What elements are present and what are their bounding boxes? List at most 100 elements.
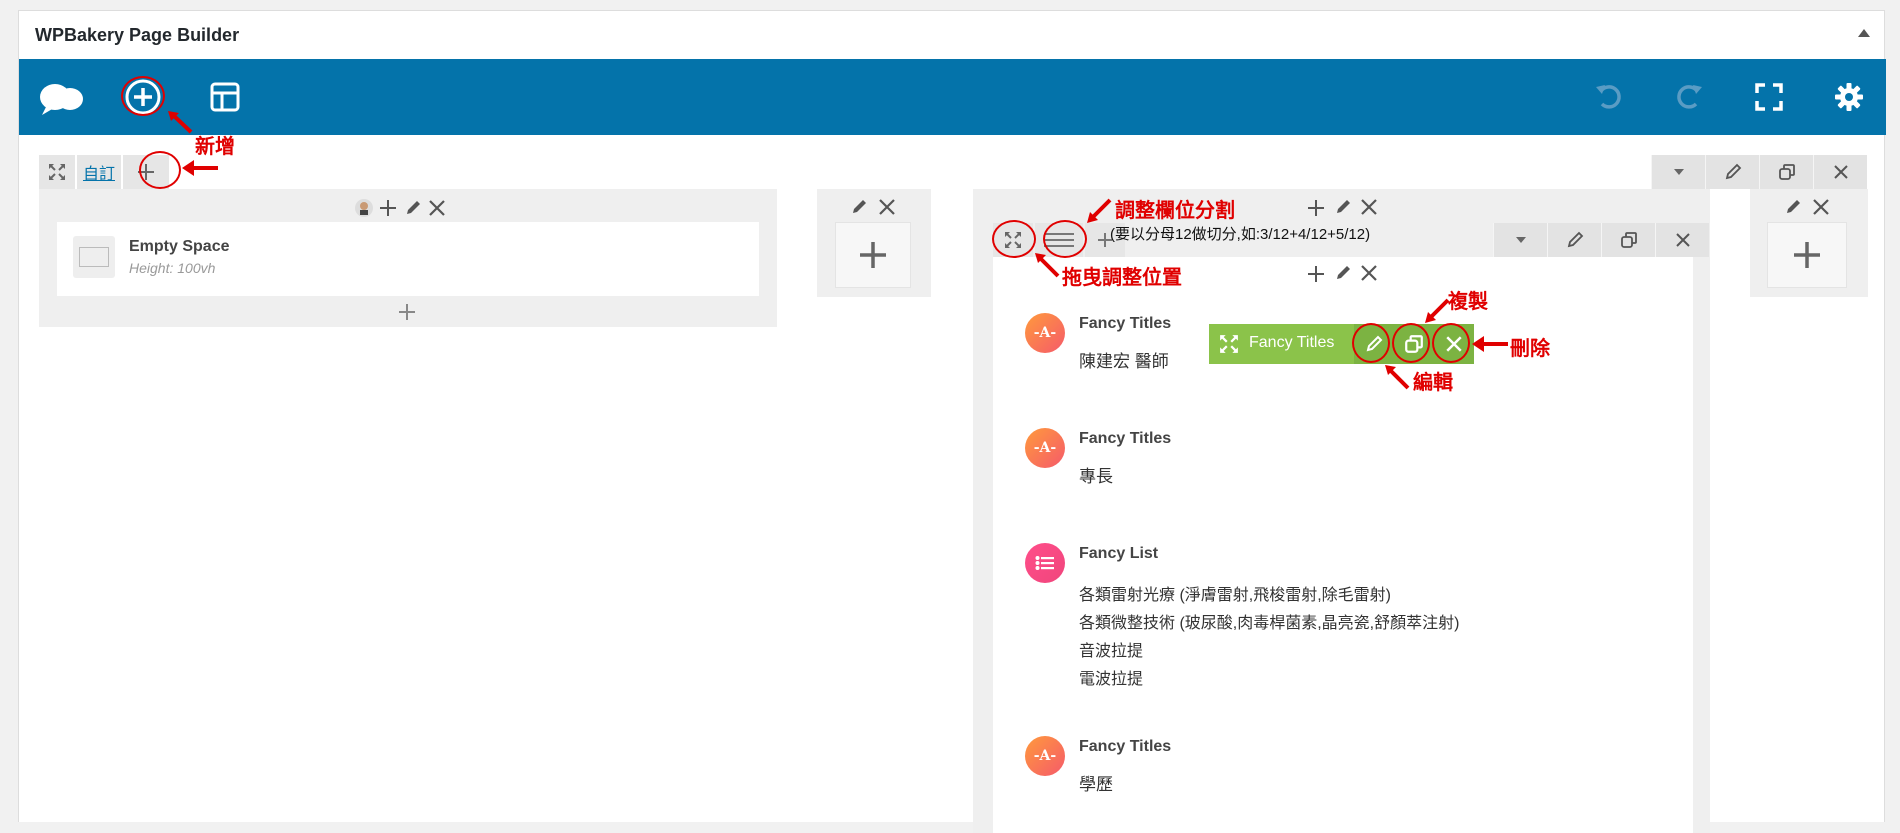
row-drag-handle[interactable] — [39, 155, 75, 189]
annotation-delete: 刪除 — [1510, 338, 1550, 360]
annotation-drag: 拖曳調整位置 — [1062, 267, 1182, 289]
close-icon[interactable] — [1811, 197, 1831, 217]
plus-icon — [1794, 242, 1820, 268]
undo-icon — [1596, 85, 1621, 109]
arrow-icon — [1472, 336, 1508, 352]
annotation-edit: 編輯 — [1413, 372, 1453, 394]
close-icon — [1675, 233, 1690, 247]
caret-down-icon — [1673, 169, 1684, 175]
element-title: Fancy Titles — [1079, 315, 1172, 332]
column-1-controls — [355, 197, 447, 219]
row-clone-button[interactable] — [1759, 155, 1813, 189]
pencil-icon[interactable] — [849, 197, 869, 217]
element-title: Fancy Titles — [1079, 430, 1172, 447]
fancy-title-icon: -A- — [1025, 313, 1065, 353]
close-icon[interactable] — [877, 197, 897, 217]
pencil-icon[interactable] — [1783, 197, 1803, 217]
plus-icon[interactable] — [1305, 263, 1327, 285]
pencil-icon[interactable] — [1333, 197, 1353, 217]
highlight-circle — [1392, 323, 1430, 363]
panel-title: WPBakery Page Builder — [35, 25, 240, 45]
move-arrows-icon[interactable] — [1219, 334, 1239, 354]
fancy-title-element-3[interactable]: -A- Fancy Titles 學歷 — [1025, 728, 1585, 808]
templates-icon — [210, 82, 240, 112]
list-line-4: 電波拉提 — [1079, 671, 1144, 688]
element-title: Fancy Titles — [1079, 738, 1172, 755]
row-toggle-button[interactable] — [1651, 155, 1705, 189]
empty-space-icon — [73, 236, 115, 278]
inner-row-toggle-button[interactable] — [1493, 223, 1547, 257]
plus-icon[interactable] — [377, 197, 399, 219]
builder-toolbar — [19, 59, 1886, 135]
row-delete-button[interactable] — [1813, 155, 1867, 189]
custom-tab-label[interactable]: 自訂 — [83, 160, 115, 184]
fullscreen-icon — [1755, 83, 1783, 111]
caret-down-icon — [1515, 237, 1526, 243]
move-arrows-icon — [49, 164, 65, 180]
clone-icon — [1778, 164, 1795, 180]
list-icon — [1025, 543, 1065, 583]
plus-icon[interactable] — [1305, 197, 1327, 219]
highlight-circle — [139, 151, 181, 189]
page-builder-panel: WPBakery Page Builder 自訂 Empty Space Hei… — [18, 10, 1886, 833]
column-3-controls — [1305, 197, 1379, 219]
hover-toolbar-label: Fancy Titles — [1249, 334, 1335, 351]
fancy-list-element[interactable]: Fancy List 各類雷射光療 (淨膚雷射,飛梭雷射,除毛雷射) 各類微整技… — [1025, 535, 1665, 695]
list-line-1: 各類雷射光療 (淨膚雷射,飛梭雷射,除毛雷射) — [1079, 587, 1391, 604]
element-text: 學歷 — [1079, 775, 1113, 794]
settings-icon — [1835, 83, 1863, 111]
element-title: Fancy List — [1079, 545, 1159, 562]
inner-row-edit-button[interactable] — [1547, 223, 1601, 257]
arrow-icon — [1087, 198, 1112, 223]
highlight-circle — [992, 220, 1036, 258]
close-icon[interactable] — [1359, 263, 1379, 283]
element-text: 專長 — [1079, 467, 1113, 486]
fancy-title-icon: -A- — [1025, 428, 1065, 468]
highlight-circle — [1352, 323, 1390, 363]
annotation-adjust-columns-note: (要以分母12做切分,如:3/12+4/12+5/12) — [1110, 226, 1371, 243]
arrow-icon — [182, 160, 218, 176]
undo-button[interactable] — [1577, 59, 1641, 135]
pencil-icon[interactable] — [1333, 263, 1353, 283]
annotation-add: 新增 — [195, 136, 235, 158]
element-subtitle: Height: 100vh — [129, 260, 216, 276]
highlight-circle — [1432, 323, 1470, 363]
highlight-circle — [1043, 220, 1087, 258]
element-title: Empty Space — [129, 238, 230, 255]
element-text: 陳建宏 醫師 — [1079, 352, 1169, 371]
list-line-3: 音波拉提 — [1079, 643, 1144, 660]
inner-row-clone-button[interactable] — [1601, 223, 1655, 257]
close-icon[interactable] — [427, 198, 447, 218]
inner-row-delete-button[interactable] — [1655, 223, 1709, 257]
redo-button[interactable] — [1657, 59, 1721, 135]
pencil-icon — [1567, 231, 1583, 248]
add-element-placeholder[interactable] — [835, 222, 911, 288]
empty-space-element[interactable]: Empty Space Height: 100vh — [57, 222, 759, 296]
fancy-title-element-2[interactable]: -A- Fancy Titles 專長 — [1025, 420, 1585, 500]
row-custom-tab[interactable]: 自訂 — [77, 155, 121, 189]
logo-cloud-icon — [31, 59, 95, 135]
redo-icon — [1677, 85, 1702, 109]
plus-icon — [399, 304, 415, 320]
settings-button[interactable] — [1817, 59, 1881, 135]
list-line-2: 各類微整技術 (玻尿酸,肉毒桿菌素,晶亮瓷,舒顏萃注射) — [1079, 615, 1460, 632]
close-icon[interactable] — [1359, 197, 1379, 217]
arrow-icon — [168, 111, 193, 134]
column-4-controls — [1783, 197, 1831, 217]
clone-icon — [1620, 232, 1637, 248]
fancy-title-icon: -A- — [1025, 736, 1065, 776]
annotation-copy: 複製 — [1448, 291, 1488, 313]
plus-icon — [860, 242, 886, 268]
fullscreen-button[interactable] — [1737, 59, 1801, 135]
pencil-icon — [1725, 163, 1741, 180]
templates-button[interactable] — [193, 59, 257, 135]
close-icon — [1833, 165, 1848, 179]
inner-column-controls — [1305, 263, 1379, 285]
add-element-placeholder[interactable] — [1767, 222, 1847, 288]
avatar — [355, 199, 373, 217]
add-element-to-column-button[interactable] — [395, 300, 419, 324]
row-edit-button[interactable] — [1705, 155, 1759, 189]
highlight-circle — [121, 76, 165, 116]
pencil-icon[interactable] — [403, 198, 423, 218]
panel-collapse-toggle[interactable] — [1858, 29, 1870, 37]
